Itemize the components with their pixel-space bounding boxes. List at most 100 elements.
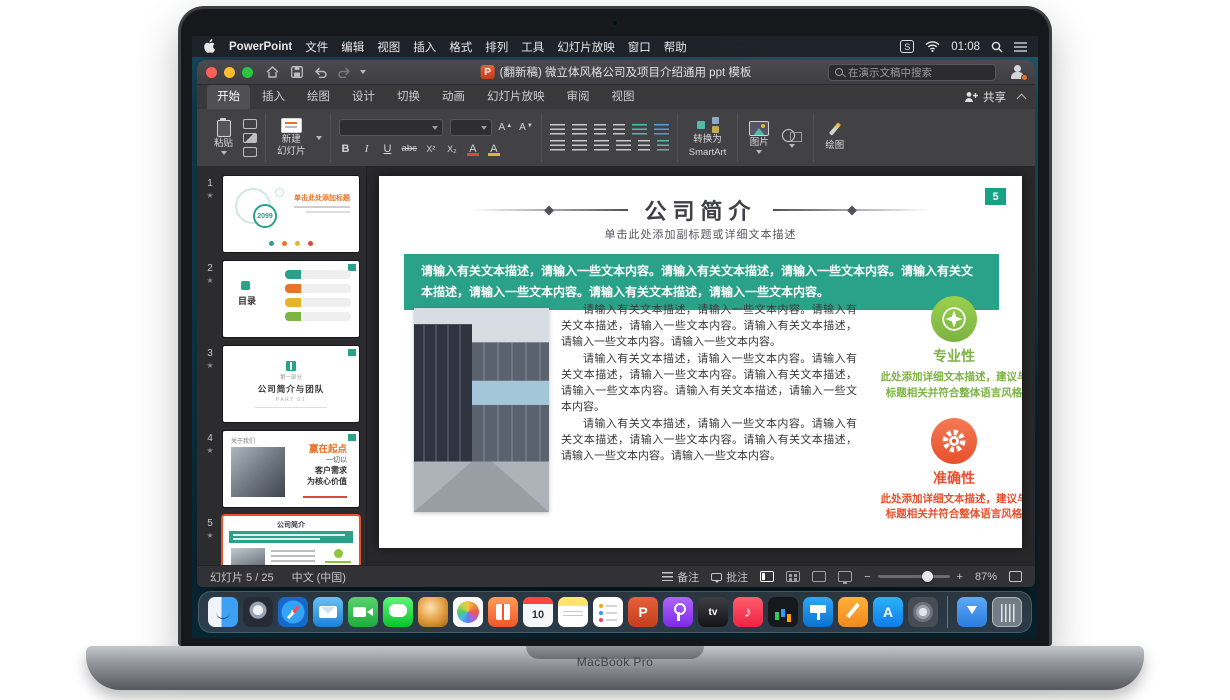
feature-professional[interactable]: 专业性 此处添加详细文本描述，建议与标题相关并符合整体语言风格: [879, 296, 1022, 402]
slide-thumbnail-3[interactable]: 第一部分 公司简介与团队 PART 01: [223, 346, 359, 422]
powerpoint-dock-icon[interactable]: P: [628, 597, 658, 627]
align-center-icon[interactable]: [572, 140, 587, 151]
mail-icon[interactable]: [313, 597, 343, 627]
share-button[interactable]: 共享: [964, 89, 1006, 105]
cut-icon[interactable]: [243, 119, 257, 129]
notes-app-icon[interactable]: [558, 597, 588, 627]
font-size-select[interactable]: [450, 119, 492, 136]
decrease-indent-icon[interactable]: [594, 124, 606, 135]
facetime-icon[interactable]: [348, 597, 378, 627]
zoom-slider-thumb[interactable]: [922, 571, 933, 582]
subscript-button[interactable]: X₂: [445, 141, 459, 156]
copy-icon[interactable]: [243, 133, 257, 143]
menu-file[interactable]: 文件: [305, 39, 328, 55]
pages-icon[interactable]: [838, 597, 868, 627]
font-color-button[interactable]: A: [466, 141, 480, 156]
language-indicator[interactable]: 中文 (中国): [292, 569, 346, 585]
app-store-icon[interactable]: A: [873, 597, 903, 627]
notification-center-icon[interactable]: [1014, 42, 1027, 52]
justify-icon[interactable]: [616, 140, 631, 151]
normal-view-icon[interactable]: [760, 571, 774, 582]
system-preferences-icon[interactable]: [908, 597, 938, 627]
slide-thumbnail-2[interactable]: 目录: [223, 261, 359, 337]
reminders-icon[interactable]: [593, 597, 623, 627]
picture-button[interactable]: 图片: [746, 120, 772, 155]
undo-icon[interactable]: [312, 64, 329, 81]
home-icon[interactable]: [264, 64, 281, 81]
books-icon[interactable]: [488, 597, 518, 627]
superscript-button[interactable]: X²: [424, 141, 438, 156]
menu-window[interactable]: 窗口: [628, 39, 651, 55]
messages-icon[interactable]: [383, 597, 413, 627]
slide-subtitle[interactable]: 单击此处添加副标题或详细文本描述: [379, 226, 1022, 242]
tab-design[interactable]: 设计: [342, 84, 385, 109]
safari-icon[interactable]: [278, 597, 308, 627]
redo-icon[interactable]: [336, 64, 353, 81]
text-direction-icon[interactable]: [654, 124, 669, 135]
music-icon[interactable]: ♪: [733, 597, 763, 627]
zoom-percent[interactable]: 87%: [975, 571, 997, 583]
trash-icon[interactable]: [992, 597, 1022, 627]
menu-view[interactable]: 视图: [377, 39, 400, 55]
zoom-out-icon[interactable]: −: [864, 571, 870, 583]
underline-button[interactable]: U: [381, 141, 395, 156]
tab-home[interactable]: 开始: [207, 84, 250, 109]
collapse-ribbon-icon[interactable]: [1017, 94, 1027, 104]
tab-slideshow[interactable]: 幻灯片放映: [477, 84, 555, 109]
photos-icon[interactable]: [453, 597, 483, 627]
slide-thumbnail-4[interactable]: 关于我们 赢在起点 一切以 客户需求 为核心价值: [223, 431, 359, 507]
tab-insert[interactable]: 插入: [252, 84, 295, 109]
reading-view-icon[interactable]: [812, 571, 826, 582]
menu-tools[interactable]: 工具: [521, 39, 544, 55]
tab-dra[interactable]: 绘图: [297, 84, 340, 109]
new-slide-button[interactable]: 新建 幻灯片: [274, 117, 309, 159]
tab-review[interactable]: 审阅: [557, 84, 600, 109]
bold-button[interactable]: B: [339, 141, 353, 156]
building-photo[interactable]: [414, 308, 549, 512]
menu-edit[interactable]: 编辑: [341, 39, 364, 55]
strikethrough-button[interactable]: abc: [402, 141, 417, 156]
convert-to-smartart-button[interactable]: 转换为 SmartArt: [686, 116, 729, 159]
menu-insert[interactable]: 插入: [413, 39, 436, 55]
draw-button[interactable]: 绘图: [822, 122, 847, 152]
line-spacing-icon[interactable]: [632, 124, 647, 135]
align-left-icon[interactable]: [550, 140, 565, 151]
slide-thumbnail-5-selected[interactable]: 公司简介: [223, 516, 359, 565]
minimize-button[interactable]: [224, 67, 235, 78]
increase-font-icon[interactable]: A▲: [499, 122, 513, 133]
wifi-icon[interactable]: [925, 41, 940, 52]
feature-accuracy[interactable]: 准确性 此处添加详细文本描述，建议与标题相关并符合整体语言风格: [879, 418, 1022, 524]
slide-canvas[interactable]: 5 公司简介 单击此处添加副标题或详细文本描述 请输入有关文本描述，请输入一些文…: [379, 176, 1022, 548]
input-method-icon[interactable]: S: [900, 40, 914, 53]
spotlight-search-icon[interactable]: [991, 41, 1003, 53]
fit-slide-icon[interactable]: [1009, 571, 1022, 582]
account-avatar[interactable]: [1010, 64, 1026, 80]
tab-animations[interactable]: 动画: [432, 84, 475, 109]
align-text-icon[interactable]: [657, 140, 669, 151]
align-right-icon[interactable]: [594, 140, 609, 151]
title-bar[interactable]: P (翻新稿) 微立体风格公司及项目介绍通用 ppt 模板 在演示文稿中搜索: [197, 60, 1035, 85]
slide-thumbnail-1[interactable]: 2099 单击此处添加标题: [223, 176, 359, 252]
keynote-icon[interactable]: [803, 597, 833, 627]
zoom-in-icon[interactable]: +: [957, 571, 963, 583]
menu-format[interactable]: 格式: [449, 39, 472, 55]
paste-button[interactable]: 粘贴: [211, 119, 236, 156]
save-icon[interactable]: [288, 64, 305, 81]
slide-title[interactable]: 公司简介: [644, 194, 756, 226]
increase-indent-icon[interactable]: [613, 124, 625, 135]
launchpad-icon[interactable]: [243, 597, 273, 627]
format-painter-icon[interactable]: [243, 147, 257, 157]
italic-button[interactable]: I: [360, 141, 374, 156]
columns-icon[interactable]: [638, 140, 650, 151]
search-input[interactable]: 在演示文稿中搜索: [828, 64, 996, 81]
zoom-slider[interactable]: [878, 575, 950, 578]
menubar-clock[interactable]: 01:08: [951, 41, 980, 53]
tab-transitions[interactable]: 切换: [387, 84, 430, 109]
notes-toggle[interactable]: 备注: [662, 569, 699, 585]
close-button[interactable]: [206, 67, 217, 78]
comments-toggle[interactable]: 批注: [711, 569, 748, 585]
calendar-icon[interactable]: 10: [523, 597, 553, 627]
siri-icon[interactable]: [418, 597, 448, 627]
apple-tv-icon[interactable]: tv: [698, 597, 728, 627]
decrease-font-icon[interactable]: A▼: [519, 122, 533, 133]
